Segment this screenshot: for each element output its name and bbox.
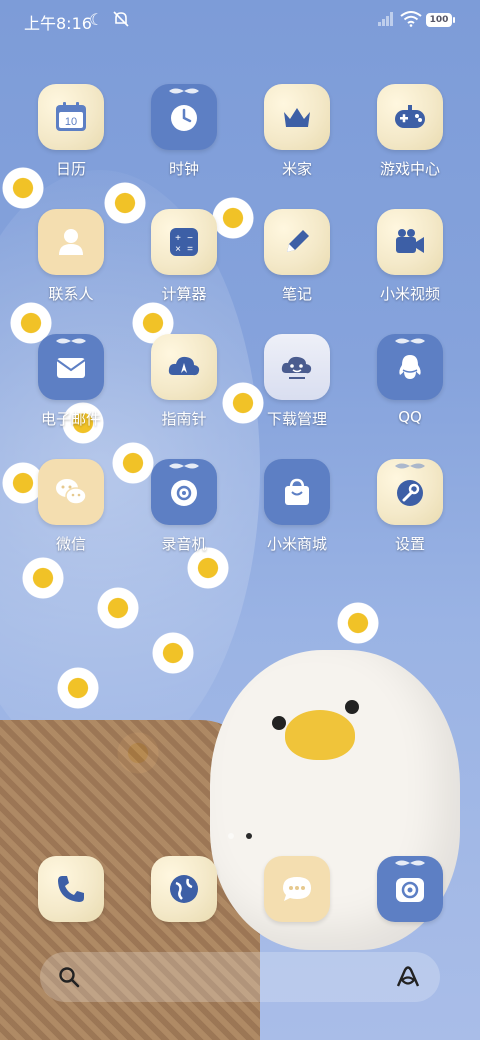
- gamepad-icon: [377, 84, 443, 150]
- recorder-icon: [151, 459, 217, 525]
- shopping-bag-icon: [264, 459, 330, 525]
- bow-decoration: [395, 463, 425, 469]
- dock-browser[interactable]: [134, 856, 234, 922]
- app-label: 电子邮件: [40, 410, 101, 428]
- bow-decoration: [56, 338, 86, 344]
- home-crown-icon: [264, 84, 330, 150]
- app-label: 小米商城: [266, 535, 327, 553]
- wrench-icon: [377, 459, 443, 525]
- svg-text:+: +: [175, 233, 181, 244]
- status-time: 上午8:16: [24, 14, 92, 33]
- app-calculator[interactable]: + − × = 计算器: [134, 209, 234, 304]
- app-qq[interactable]: QQ: [360, 334, 460, 426]
- app-label: 设置: [394, 535, 425, 553]
- clock-icon: [151, 84, 217, 150]
- daisy: [95, 585, 141, 631]
- page-dot-active[interactable]: [246, 833, 252, 839]
- app-wechat[interactable]: 微信: [21, 459, 121, 554]
- page-indicator: [0, 824, 480, 843]
- battery-icon: 100: [426, 13, 455, 27]
- page-dot[interactable]: [228, 833, 234, 839]
- bell-off-icon: [113, 11, 129, 27]
- message-icon: [264, 856, 330, 922]
- app-calendar[interactable]: 10 日历: [21, 84, 121, 179]
- app-label: 下载管理: [266, 410, 327, 428]
- qq-icon: [377, 334, 443, 400]
- app-settings[interactable]: 设置: [360, 459, 460, 554]
- status-bar: 上午8:16 ☾ 100: [0, 0, 480, 40]
- app-game-center[interactable]: 游戏中心: [360, 84, 460, 179]
- bow-decoration: [169, 88, 199, 94]
- app-label: 时钟: [168, 160, 199, 178]
- app-label: 计算器: [161, 285, 207, 303]
- app-clock[interactable]: 时钟: [134, 84, 234, 179]
- app-download-manager[interactable]: 下载管理: [247, 334, 347, 429]
- battery-level: 100: [429, 15, 449, 25]
- dock-phone[interactable]: [21, 856, 121, 922]
- app-email[interactable]: 电子邮件: [21, 334, 121, 429]
- plush-beak: [285, 710, 355, 760]
- assistant-icon[interactable]: [396, 966, 420, 988]
- app-mijia[interactable]: 米家: [247, 84, 347, 179]
- app-label: 游戏中心: [379, 160, 440, 178]
- wechat-icon: [38, 459, 104, 525]
- dock-camera[interactable]: [360, 856, 460, 922]
- calendar-icon: 10: [38, 84, 104, 150]
- app-label: QQ: [398, 408, 422, 426]
- daisy: [55, 665, 101, 711]
- svg-text:=: =: [187, 244, 193, 255]
- browser-icon: [151, 856, 217, 922]
- app-mi-video[interactable]: 小米视频: [360, 209, 460, 304]
- svg-text:−: −: [187, 233, 193, 244]
- app-label: 录音机: [161, 535, 207, 553]
- camera-icon: [377, 856, 443, 922]
- video-camera-icon: [377, 209, 443, 275]
- app-label: 米家: [281, 160, 312, 178]
- envelope-icon: [38, 334, 104, 400]
- app-compass[interactable]: 指南针: [134, 334, 234, 429]
- bow-decoration: [395, 338, 425, 344]
- phone-icon: [38, 856, 104, 922]
- calculator-icon: + − × =: [151, 209, 217, 275]
- app-recorder[interactable]: 录音机: [134, 459, 234, 554]
- daisy: [20, 555, 66, 601]
- moon-icon: ☾: [89, 10, 104, 29]
- daisy: [150, 630, 196, 676]
- bow-decoration: [395, 860, 425, 866]
- svg-text:×: ×: [175, 244, 181, 255]
- download-cloud-icon: [264, 334, 330, 400]
- signal-icon: [378, 12, 393, 26]
- plush-eye: [345, 700, 359, 714]
- app-label: 日历: [55, 160, 86, 178]
- dock-messages[interactable]: [247, 856, 347, 922]
- app-mi-store[interactable]: 小米商城: [247, 459, 347, 554]
- pencil-icon: [264, 209, 330, 275]
- bow-decoration: [169, 463, 199, 469]
- app-label: 小米视频: [379, 285, 440, 303]
- daisy: [335, 600, 381, 646]
- calendar-date: 10: [65, 116, 77, 128]
- search-icon[interactable]: [58, 966, 80, 988]
- app-label: 笔记: [281, 285, 312, 303]
- app-label: 微信: [55, 535, 86, 553]
- app-notes[interactable]: 笔记: [247, 209, 347, 304]
- plush-eye: [272, 716, 286, 730]
- app-label: 指南针: [161, 410, 207, 428]
- wifi-icon: [400, 11, 422, 27]
- app-contacts[interactable]: 联系人: [21, 209, 121, 304]
- search-bar[interactable]: [40, 952, 440, 1002]
- app-label: 联系人: [48, 285, 94, 303]
- person-icon: [38, 209, 104, 275]
- compass-icon: [151, 334, 217, 400]
